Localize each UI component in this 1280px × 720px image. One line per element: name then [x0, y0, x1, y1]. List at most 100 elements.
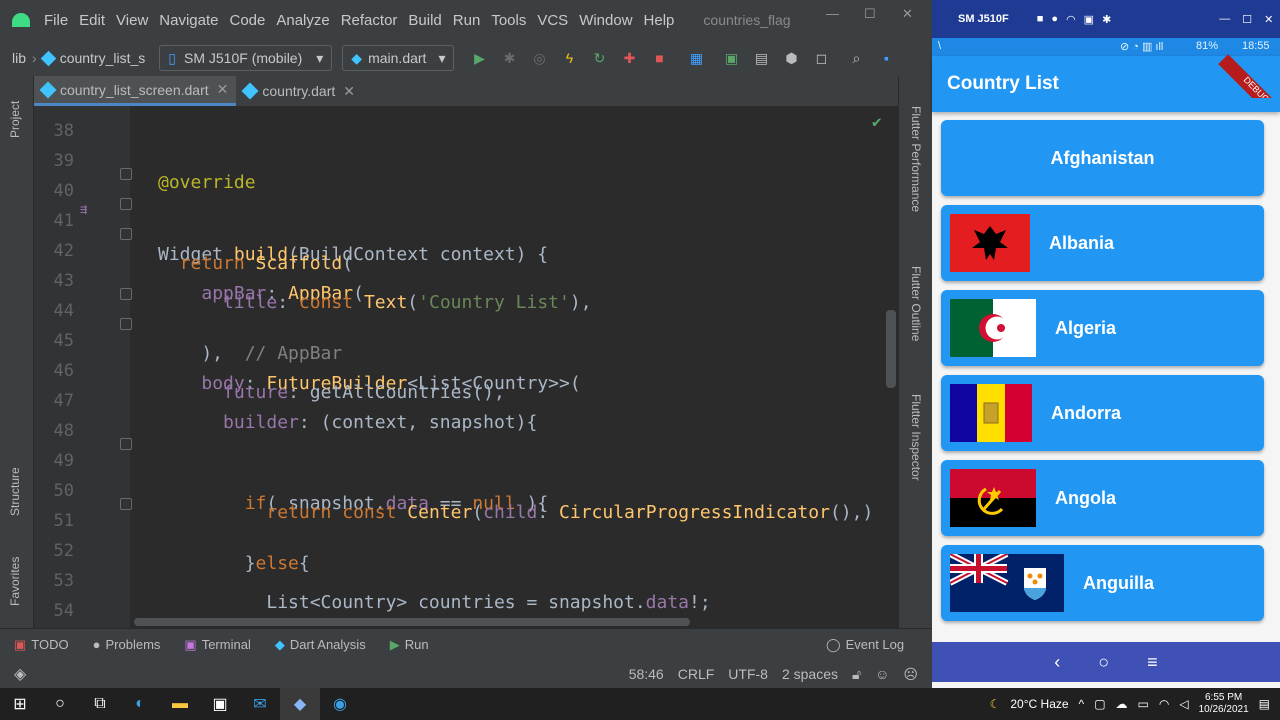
volume-icon[interactable]: ◁ — [1179, 697, 1188, 711]
screenshot-icon[interactable]: ▣ — [1084, 13, 1094, 26]
run-tool-button[interactable]: ▶ Run — [390, 637, 429, 653]
menu-build[interactable]: Build — [408, 12, 441, 29]
fold-icon[interactable] — [120, 438, 132, 450]
notification-center-icon[interactable]: ▤ — [1259, 697, 1270, 711]
minimize-icon[interactable]: — — [826, 6, 839, 21]
attach-icon[interactable]: ◎ — [531, 50, 547, 66]
favorites-tool-tab[interactable]: Favorites — [8, 557, 22, 606]
weather-text[interactable]: 20°C Haze — [1010, 697, 1068, 711]
menu-refactor[interactable]: Refactor — [341, 12, 398, 29]
country-card[interactable]: Angola — [941, 460, 1264, 536]
flutter-outline-tab[interactable]: Flutter Outline — [909, 266, 923, 341]
hot-restart-icon[interactable]: ↻ — [591, 50, 607, 66]
device-selector[interactable]: ▯ SM J510F (mobile) ▾ — [159, 45, 333, 71]
store-icon[interactable]: ▣ — [200, 688, 240, 720]
lock-icon[interactable]: 🔓︎ — [852, 666, 861, 683]
breadcrumb-lib[interactable]: lib — [12, 50, 26, 66]
menu-vcs[interactable]: VCS — [537, 12, 568, 29]
sdk-manager-icon[interactable]: ⬢ — [783, 50, 799, 66]
maximize-icon[interactable]: ☐ — [1242, 13, 1252, 26]
menu-tools[interactable]: Tools — [491, 12, 526, 29]
problems-tool-button[interactable]: ● Problems — [93, 637, 161, 652]
fold-icon[interactable] — [120, 498, 132, 510]
menu-navigate[interactable]: Navigate — [159, 12, 218, 29]
menu-edit[interactable]: Edit — [79, 12, 105, 29]
smiley-icon[interactable]: ☺ — [875, 666, 889, 682]
sad-icon[interactable]: ☹ — [903, 666, 918, 683]
breadcrumb-file[interactable]: country_list_s — [40, 50, 145, 66]
recents-icon[interactable]: ≡ — [1147, 652, 1158, 673]
vertical-scrollbar[interactable] — [886, 310, 896, 388]
headphone-icon[interactable]: ◠ — [1066, 13, 1076, 26]
dart-analysis-tool-button[interactable]: ◆ Dart Analysis — [275, 637, 366, 653]
country-card[interactable]: Anguilla — [941, 545, 1264, 621]
maximize-icon[interactable]: ☐ — [864, 6, 876, 22]
back-icon[interactable]: ‹ — [1054, 652, 1060, 673]
wifi-icon[interactable]: ◠ — [1159, 697, 1169, 711]
close-icon[interactable]: ✕ — [1264, 13, 1273, 26]
taskbar-clock[interactable]: 6:55 PM 10/26/2021 — [1199, 692, 1249, 716]
fold-icon[interactable] — [120, 288, 132, 300]
fold-icon[interactable] — [120, 168, 132, 180]
file-encoding[interactable]: UTF-8 — [728, 666, 768, 682]
terminal-tool-button[interactable]: ▣ Terminal — [184, 637, 250, 653]
chevron-up-icon[interactable]: ^ — [1079, 697, 1085, 711]
fold-icon[interactable] — [120, 228, 132, 240]
run-icon[interactable]: ▶ — [471, 50, 487, 66]
caret-position[interactable]: 58:46 — [629, 666, 664, 682]
windows-start-icon[interactable]: ⊞ — [0, 688, 40, 720]
attach-debugger-icon[interactable]: ✚ — [621, 50, 637, 66]
minimize-icon[interactable]: — — [1219, 13, 1230, 25]
task-view-icon[interactable]: ⧉ — [80, 688, 120, 720]
tab-country[interactable]: country.dart ✕ — [236, 76, 363, 106]
menu-file[interactable]: File — [44, 12, 68, 29]
menu-analyze[interactable]: Analyze — [276, 12, 329, 29]
todo-tool-button[interactable]: ▣ TODO — [14, 637, 69, 653]
country-card[interactable]: Albania — [941, 205, 1264, 281]
menu-help[interactable]: Help — [644, 12, 675, 29]
close-icon[interactable]: ✕ — [902, 6, 913, 22]
country-card[interactable]: Afghanistan — [941, 120, 1264, 196]
fold-icon[interactable] — [120, 318, 132, 330]
search-icon[interactable]: ⌕ — [848, 50, 864, 66]
horizontal-scrollbar[interactable] — [134, 618, 690, 626]
flutter-performance-tab[interactable]: Flutter Performance — [909, 106, 923, 212]
menu-view[interactable]: View — [116, 12, 148, 29]
record-icon[interactable]: ■ — [1037, 13, 1044, 25]
structure-tool-tab[interactable]: Structure — [8, 467, 22, 516]
mail-icon[interactable]: ✉ — [240, 688, 280, 720]
country-card[interactable]: Algeria — [941, 290, 1264, 366]
layers-icon[interactable]: ◈ — [14, 664, 26, 684]
debug-icon[interactable]: ✱ — [501, 50, 517, 66]
layout-icon[interactable]: ▦ — [688, 50, 704, 66]
settings-icon[interactable]: ▪ — [878, 50, 894, 66]
menu-run[interactable]: Run — [453, 12, 481, 29]
flutter-inspector-tab[interactable]: Flutter Inspector — [909, 394, 923, 481]
file-explorer-icon[interactable]: ▬ — [160, 688, 200, 720]
home-icon[interactable]: ○ — [1098, 652, 1109, 673]
android-studio-task-icon[interactable]: ◆ — [280, 688, 320, 720]
menu-code[interactable]: Code — [229, 12, 265, 29]
event-log-button[interactable]: ◯ Event Log — [826, 637, 904, 653]
stop-icon[interactable]: ■ — [651, 50, 667, 66]
terminal-icon[interactable]: ▣ — [723, 50, 739, 66]
close-tab-icon[interactable]: ✕ — [217, 81, 229, 98]
country-card[interactable]: Andorra — [941, 375, 1264, 451]
tab-country-list-screen[interactable]: country_list_screen.dart ✕ — [34, 76, 237, 106]
mirror-app-task-icon[interactable]: ◉ — [320, 688, 360, 720]
menu-window[interactable]: Window — [579, 12, 632, 29]
battery-icon[interactable]: ▭ — [1138, 697, 1149, 711]
run-config-selector[interactable]: ◆ main.dart ▾ — [342, 45, 455, 71]
indent-setting[interactable]: 2 spaces — [782, 666, 838, 682]
fold-icon[interactable] — [120, 198, 132, 210]
close-tab-icon[interactable]: ✕ — [343, 83, 355, 100]
edge-icon[interactable]: ◐ — [120, 688, 160, 720]
hot-reload-icon[interactable]: ϟ — [561, 50, 577, 66]
project-tool-tab[interactable]: Project — [8, 101, 22, 138]
settings-gear-icon[interactable]: ✱ — [1102, 13, 1111, 26]
camera-icon[interactable]: ● — [1051, 13, 1058, 25]
code-editor[interactable]: ✔ 38 39 @override 40 ⇶ Widget build(Buil… — [34, 106, 898, 628]
line-separator[interactable]: CRLF — [678, 666, 715, 682]
tray-app-icon[interactable]: ▢ — [1094, 697, 1105, 711]
cloud-icon[interactable]: ☁ — [1116, 697, 1128, 711]
